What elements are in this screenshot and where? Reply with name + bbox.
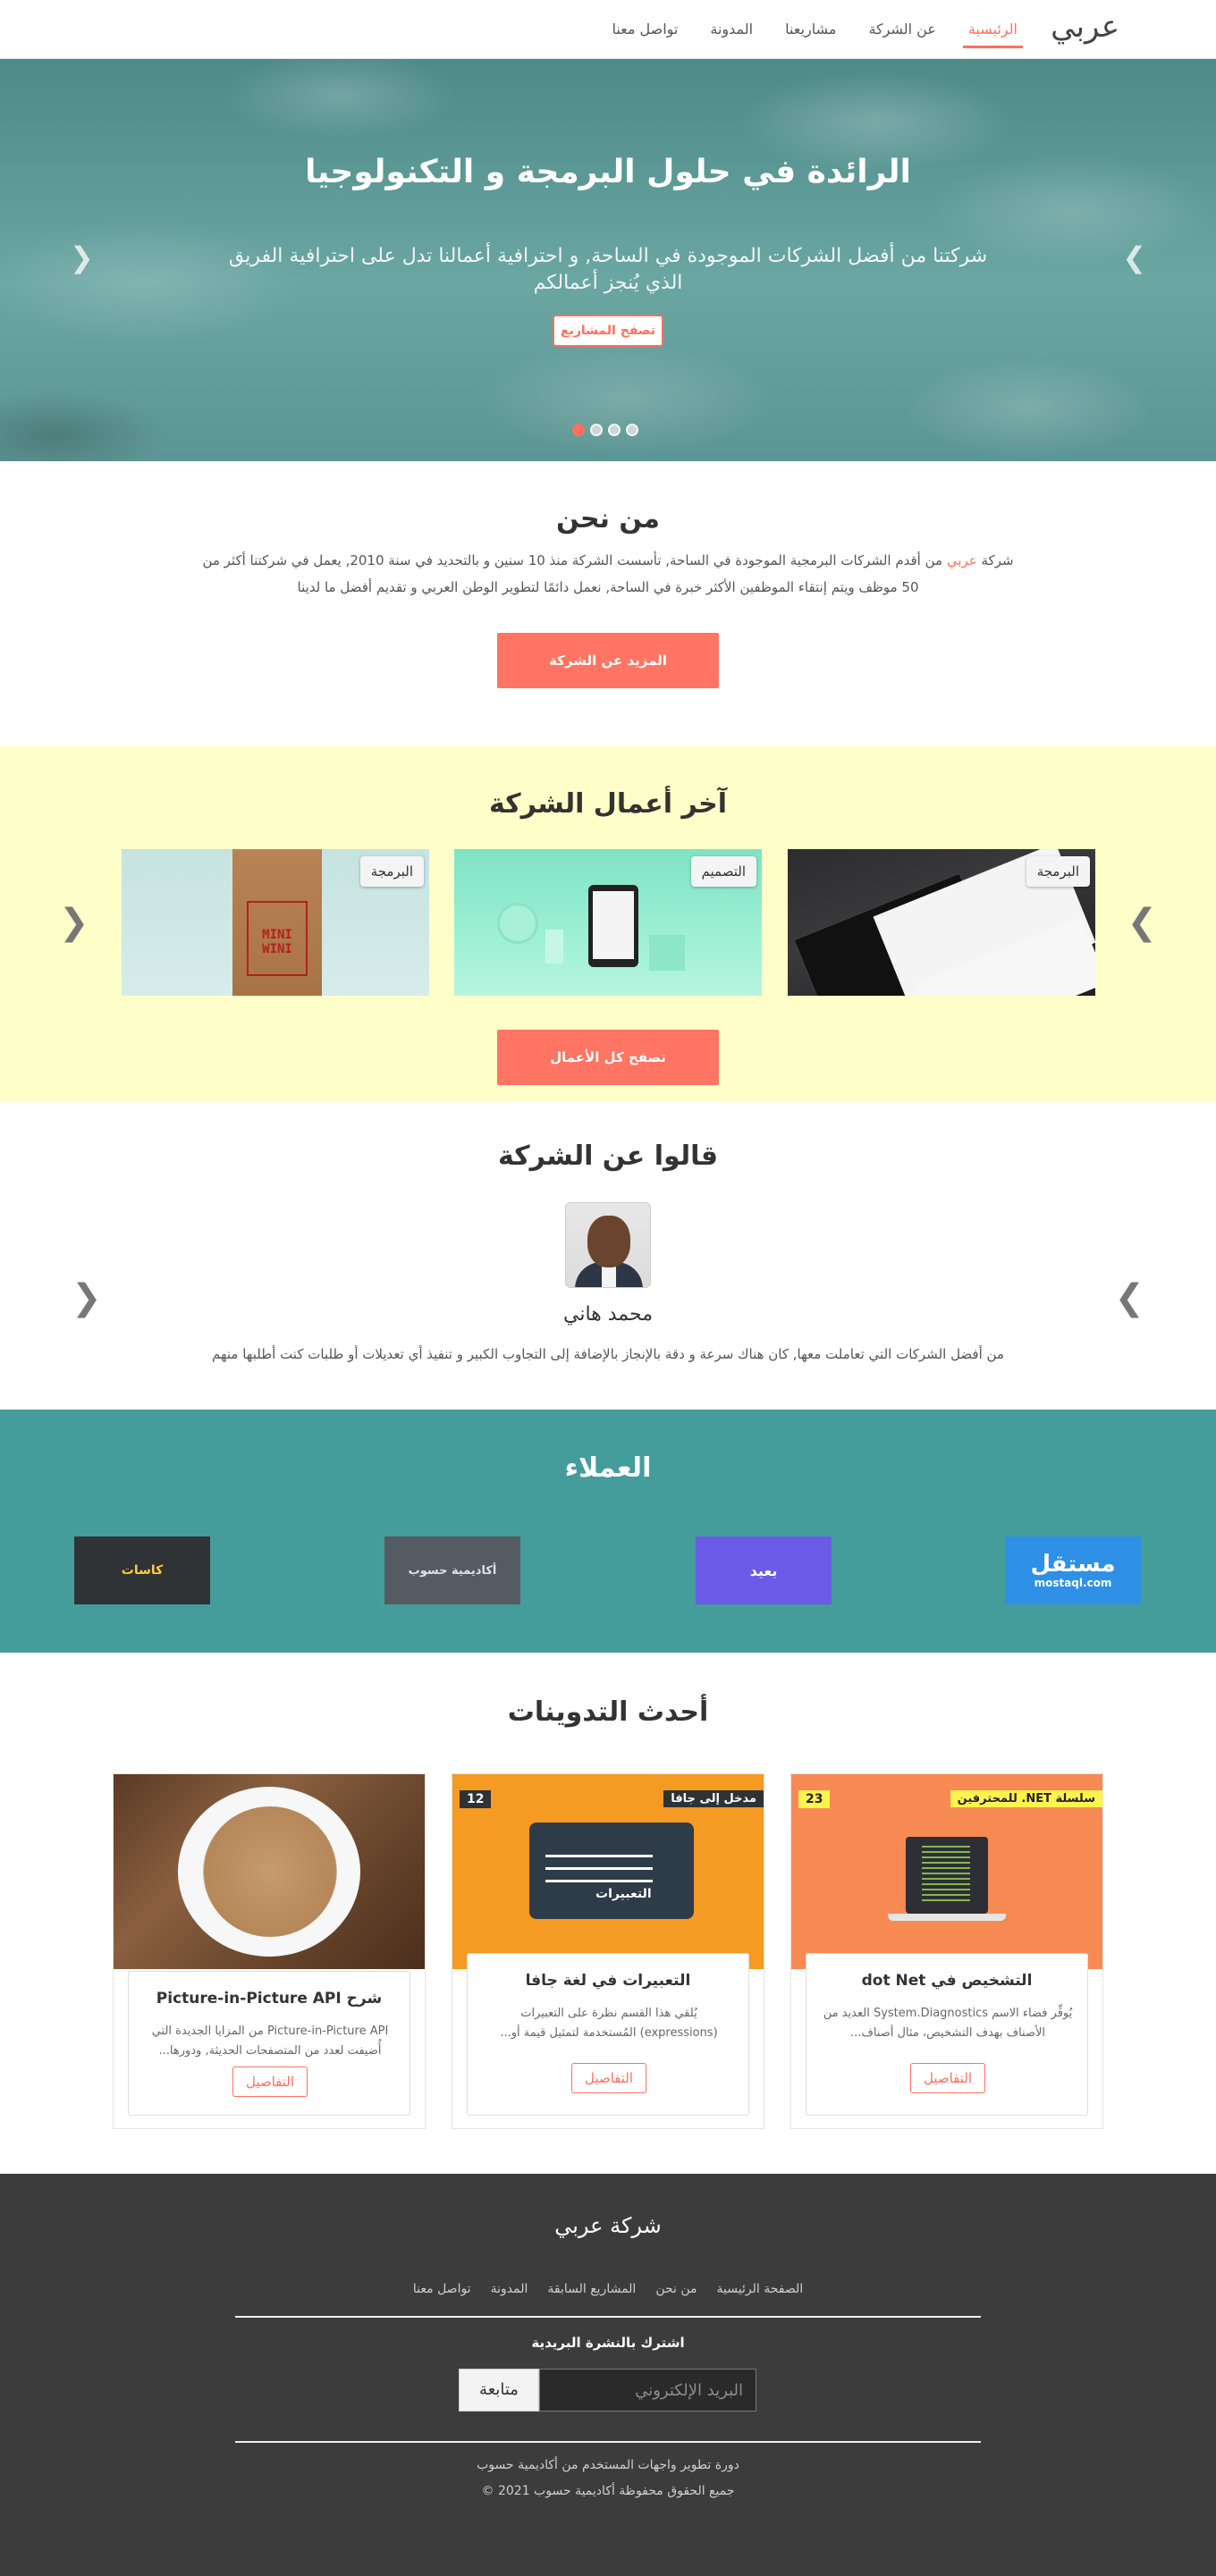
blog-card: مدخل إلى جافا 12 التعبيرات التعبيرات في …: [452, 1773, 764, 2129]
blog-card: سلسلة NET. للمحترفين 23 التشخيص في dot N…: [790, 1773, 1103, 2129]
tablet-image: [588, 885, 638, 967]
works-title: آخر أعمال الشركة: [488, 788, 727, 820]
carousel-indicators: [572, 424, 638, 436]
footer-divider: [235, 2441, 981, 2443]
blog-card-body: شرح Picture-in-Picture API Picture-in-Pi…: [128, 1971, 410, 2116]
footer-brand: شركة عربي: [554, 2213, 662, 2238]
avatar: [565, 1202, 651, 1288]
code-window-icon: [529, 1823, 694, 1919]
clients-title: العملاء: [564, 1452, 652, 1484]
client-logo-kasat[interactable]: كاسات: [74, 1536, 210, 1604]
blog-post-title[interactable]: التعبيرات في لغة جافا: [468, 1972, 748, 1990]
subscribe-button[interactable]: متابعة: [459, 2369, 539, 2412]
newsletter-label: اشترك بالنشرة البريدية: [531, 2335, 685, 2351]
footer-links: الصفحة الرئيسية من نحن المشاريع السابقة …: [0, 2282, 1216, 2296]
category-badge: البرمجة: [359, 856, 424, 887]
footer-link-projects[interactable]: المشاريع السابقة: [547, 2282, 636, 2296]
browse-projects-button[interactable]: تصفح المشاريع: [553, 315, 663, 347]
work-card[interactable]: MINI WINI البرمجة: [122, 849, 429, 996]
clock-image: [497, 903, 538, 944]
copyright-text: جميع الحقوق محفوظة أكاديمية حسوب 2021 ©: [481, 2484, 735, 2498]
course-credit: دورة تطوير واجهات المستخدم من أكاديمية ح…: [477, 2458, 739, 2472]
client-logo-academy[interactable]: أكاديمية حسوب: [384, 1536, 520, 1604]
episode-number: 23: [798, 1790, 831, 1808]
blog-post-excerpt: Picture-in-Picture API من المزايا الجديد…: [151, 2025, 389, 2058]
blog-post-title[interactable]: شرح Picture-in-Picture API: [129, 1990, 410, 2008]
chevron-right-icon[interactable]: ❯: [1127, 905, 1157, 940]
client-logo-mostaql[interactable]: مستقل mostaql.com: [1005, 1536, 1141, 1604]
more-about-button[interactable]: المزيد عن الشركة: [497, 633, 719, 688]
blog-card: شرح Picture-in-Picture API Picture-in-Pi…: [113, 1773, 426, 2129]
blog-image: مدخل إلى جافا 12 التعبيرات: [452, 1774, 764, 1969]
chevron-right-icon[interactable]: ❯: [1122, 243, 1146, 272]
details-button[interactable]: التفاصيل: [571, 2063, 646, 2093]
nav-link-home[interactable]: الرئيسية: [962, 0, 1024, 59]
nav-link-about[interactable]: عن الشركة: [868, 0, 935, 59]
series-tag: سلسلة NET. للمحترفين: [950, 1790, 1102, 1807]
about-highlight: عربي: [946, 552, 977, 568]
blog-post-excerpt: يُلقي هذا القسم نظرة على التعبيرات (expr…: [500, 2007, 718, 2040]
blog-post-excerpt: يُوفِّر فضاء الاسم System.Diagnostics ال…: [823, 2007, 1073, 2040]
testimonials-title: قالوا عن الشركة: [497, 1141, 719, 1172]
nav-link-projects[interactable]: مشاريعنا: [785, 0, 836, 59]
chevron-left-icon[interactable]: ❮: [70, 243, 94, 272]
footer-link-about[interactable]: من نحن: [655, 2282, 697, 2296]
chevron-left-icon[interactable]: ❮: [59, 905, 89, 940]
laptop-icon: [906, 1837, 988, 1914]
client-logo-baaeed[interactable]: بعيد: [696, 1536, 832, 1604]
image-caption: التعبيرات: [595, 1887, 652, 1901]
nav-link-contact[interactable]: تواصل معنا: [612, 0, 678, 59]
hero-carousel: ❮ ❯ الرائدة في حلول البرمجة و التكنولوجي…: [0, 59, 1216, 461]
details-button[interactable]: التفاصيل: [910, 2063, 985, 2093]
blog-image: [114, 1774, 425, 1969]
footer-link-contact[interactable]: تواصل معنا: [413, 2282, 471, 2296]
nav-link-blog[interactable]: المدونة: [710, 0, 753, 59]
carousel-dot[interactable]: [572, 424, 585, 436]
blog-card-body: التعبيرات في لغة جافا يُلقي هذا القسم نظ…: [467, 1953, 749, 2116]
hero-subtitle: شركتنا من أفضل الشركات الموجودة في الساح…: [228, 245, 988, 294]
blog-post-title[interactable]: التشخيص في dot Net: [806, 1972, 1087, 1990]
blog-card-body: التشخيص في dot Net يُوفِّر فضاء الاسم Sy…: [806, 1953, 1088, 2116]
cube-image: [649, 935, 685, 971]
newsletter-form: متابعة: [459, 2369, 756, 2412]
hero-title: الرائدة في حلول البرمجة و التكنولوجيا: [305, 154, 911, 190]
series-tag: مدخل إلى جافا: [663, 1790, 764, 1807]
about-title: من نحن: [556, 503, 660, 535]
bag-logo-text: MINI WINI: [262, 928, 292, 956]
work-card[interactable]: التصميم: [454, 849, 762, 996]
navbar: عربي الرئيسية عن الشركة مشاريعنا المدونة…: [0, 0, 1216, 59]
browse-all-works-button[interactable]: تصفح كل الأعمال: [497, 1030, 719, 1085]
about-text: شركة عربي من أقدم الشركات البرمجية الموج…: [202, 552, 1014, 595]
category-badge: البرمجة: [1026, 856, 1090, 887]
episode-number: 12: [460, 1790, 492, 1808]
testimonial-name: محمد هاني: [562, 1303, 653, 1326]
details-button[interactable]: التفاصيل: [232, 2067, 308, 2097]
category-badge: التصميم: [690, 856, 756, 887]
carousel-dot[interactable]: [626, 424, 638, 436]
blog-title: أحدث التدوينات: [507, 1696, 709, 1728]
clients-section: [0, 1410, 1216, 1653]
footer-link-home[interactable]: الصفحة الرئيسية: [717, 2282, 804, 2296]
footer-link-blog[interactable]: المدونة: [491, 2282, 528, 2296]
carousel-dot[interactable]: [590, 424, 603, 436]
email-field[interactable]: [539, 2369, 756, 2412]
carousel-dot[interactable]: [608, 424, 621, 436]
cup-image: [545, 930, 563, 964]
testimonial-text: من أفضل الشركات التي تعاملت معها, كان هن…: [212, 1346, 1004, 1362]
blog-image: سلسلة NET. للمحترفين 23: [791, 1774, 1102, 1969]
footer-divider: [235, 2316, 981, 2318]
work-card[interactable]: البرمجة: [788, 849, 1095, 996]
brand-logo[interactable]: عربي: [1051, 9, 1119, 45]
nav-links: الرئيسية عن الشركة مشاريعنا المدونة تواص…: [612, 0, 1024, 59]
